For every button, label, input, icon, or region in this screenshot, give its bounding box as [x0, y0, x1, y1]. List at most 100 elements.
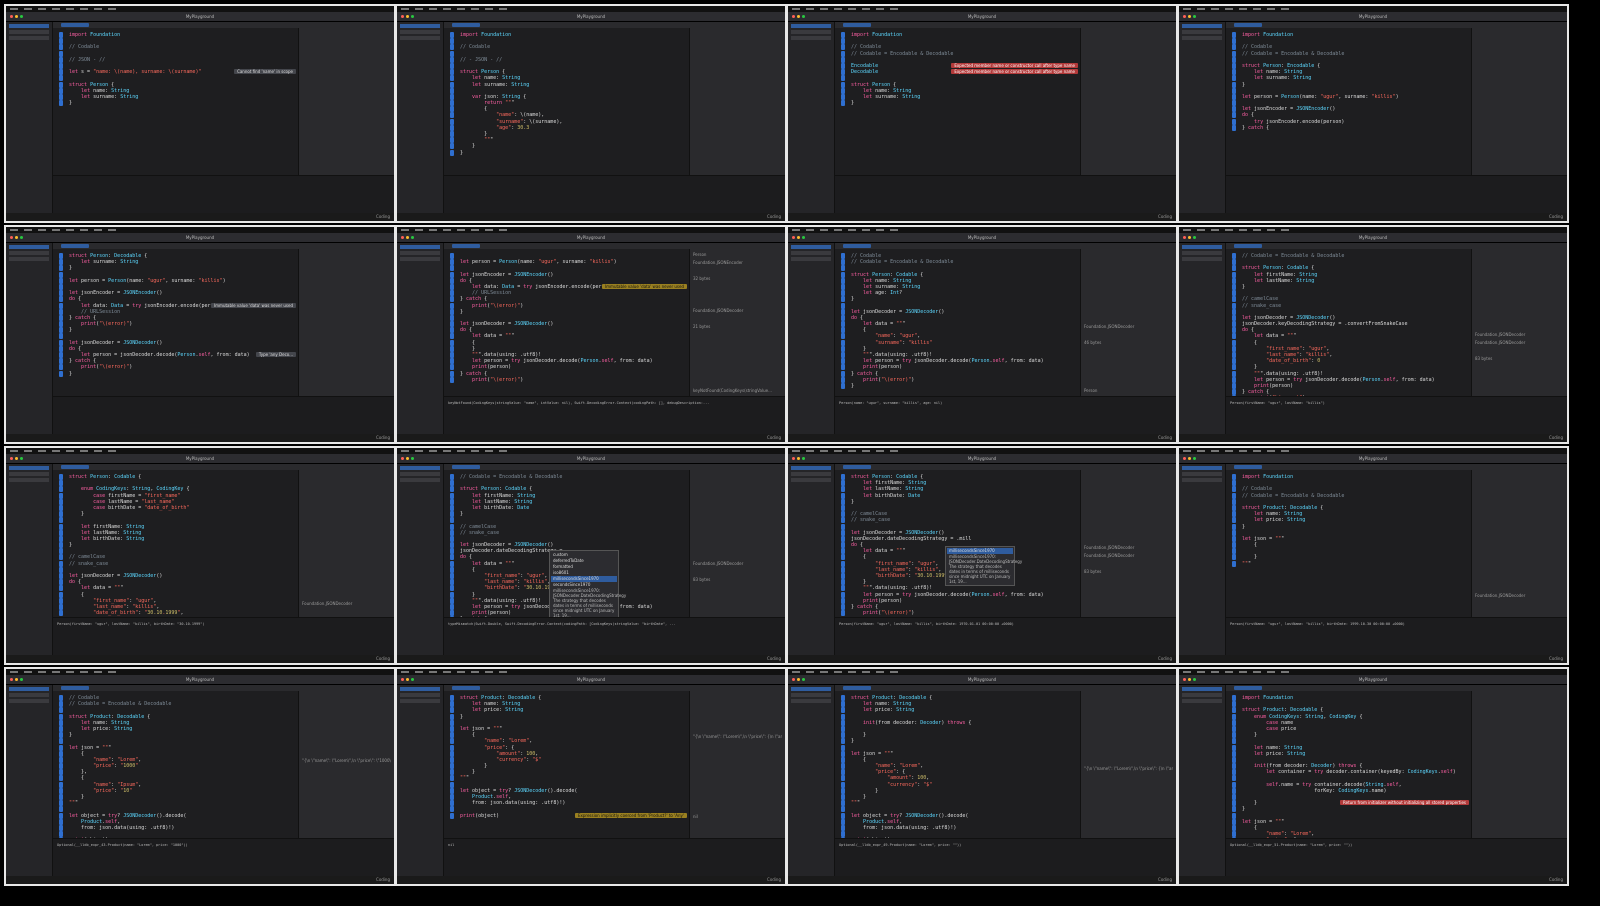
line-marker[interactable]	[59, 44, 63, 51]
result-value[interactable]	[1084, 332, 1173, 337]
line-marker[interactable]	[841, 713, 845, 720]
result-value[interactable]	[1084, 561, 1173, 566]
line-marker[interactable]	[841, 597, 845, 604]
project-navigator[interactable]	[397, 22, 444, 221]
zoom-icon[interactable]	[20, 236, 23, 239]
line-marker[interactable]	[59, 763, 63, 770]
line-marker[interactable]	[450, 535, 454, 542]
result-value[interactable]	[302, 561, 391, 566]
line-marker[interactable]	[1232, 112, 1236, 119]
line-gutter[interactable]	[59, 32, 65, 175]
result-value[interactable]	[1084, 489, 1173, 494]
line-marker[interactable]	[841, 352, 845, 358]
result-value[interactable]	[1084, 505, 1173, 510]
nav-item[interactable]	[791, 472, 831, 476]
result-value[interactable]	[1084, 750, 1173, 755]
result-value[interactable]	[1084, 252, 1173, 257]
line-marker[interactable]	[450, 364, 454, 371]
line-gutter[interactable]	[450, 253, 456, 396]
code-editor[interactable]: struct Person: Decodable { let surname: …	[53, 249, 298, 396]
line-marker[interactable]	[450, 794, 454, 800]
source-code[interactable]: import Foundation // Codable// Codable =…	[851, 32, 1076, 175]
line-marker[interactable]	[841, 474, 845, 480]
line-marker[interactable]	[1232, 523, 1236, 530]
line-marker[interactable]	[1232, 535, 1236, 542]
line-marker[interactable]	[59, 818, 63, 825]
line-marker[interactable]	[59, 725, 63, 732]
line-marker[interactable]	[450, 529, 454, 536]
line-marker[interactable]	[1232, 480, 1236, 487]
nav-item[interactable]	[400, 687, 440, 691]
line-marker[interactable]	[450, 523, 454, 530]
line-marker[interactable]	[450, 486, 454, 493]
nav-item[interactable]	[791, 257, 831, 261]
line-marker[interactable]	[450, 149, 454, 156]
code-editor[interactable]: // Codable = Encodable & Decodable struc…	[444, 470, 689, 617]
result-value[interactable]: 21 bytes	[693, 324, 782, 329]
result-value[interactable]	[302, 702, 391, 707]
result-value[interactable]: "{\n \"name\": \"Lorem\",\n \"price\": \…	[302, 758, 391, 763]
line-marker[interactable]	[1232, 542, 1236, 549]
zoom-icon[interactable]	[802, 236, 805, 239]
result-value[interactable]	[1475, 537, 1564, 542]
line-marker[interactable]	[1232, 352, 1236, 358]
zoom-icon[interactable]	[411, 678, 414, 681]
debug-console[interactable]: Person(name: "ugur", surname: "killis", …	[835, 396, 1176, 434]
result-value[interactable]	[1084, 521, 1173, 526]
issue-banner[interactable]: Expected member name or constructor call…	[951, 63, 1078, 68]
result-value[interactable]	[693, 742, 782, 747]
line-marker[interactable]	[1232, 259, 1236, 266]
line-marker[interactable]	[450, 339, 454, 346]
line-marker[interactable]	[841, 763, 845, 770]
line-marker[interactable]	[59, 701, 63, 708]
line-marker[interactable]	[59, 87, 63, 94]
nav-item[interactable]	[791, 478, 831, 482]
debug-console[interactable]: Optional(__lldb_expr_51.Product(name: "L…	[1226, 838, 1567, 876]
line-marker[interactable]	[59, 719, 63, 726]
line-marker[interactable]	[450, 560, 454, 567]
line-gutter[interactable]	[841, 474, 847, 617]
result-value[interactable]: Foundation.JSONDecoder	[693, 561, 782, 566]
line-marker[interactable]	[841, 321, 845, 328]
result-value[interactable]	[1475, 284, 1564, 289]
line-marker[interactable]	[1232, 271, 1236, 278]
nav-item[interactable]	[400, 472, 440, 476]
line-marker[interactable]	[450, 75, 454, 82]
result-value[interactable]	[1084, 348, 1173, 353]
line-marker[interactable]	[450, 498, 454, 505]
line-marker[interactable]	[450, 302, 454, 309]
line-marker[interactable]	[1232, 290, 1236, 297]
result-value[interactable]	[1084, 758, 1173, 763]
line-marker[interactable]	[59, 302, 63, 309]
tab-playground[interactable]	[843, 244, 871, 248]
debug-console[interactable]: Optional(__lldb_expr_43.Product(name: "L…	[53, 838, 394, 876]
result-value[interactable]	[302, 806, 391, 811]
result-value[interactable]	[1084, 806, 1173, 811]
line-marker[interactable]	[841, 498, 845, 505]
line-marker[interactable]	[59, 492, 63, 499]
line-marker[interactable]	[841, 56, 845, 63]
nav-item[interactable]	[791, 693, 831, 697]
result-value[interactable]	[302, 726, 391, 731]
result-value[interactable]	[693, 766, 782, 771]
line-marker[interactable]	[841, 87, 845, 94]
line-marker[interactable]	[841, 542, 845, 549]
line-marker[interactable]	[1232, 750, 1236, 757]
nav-item[interactable]	[400, 693, 440, 697]
line-marker[interactable]	[450, 756, 454, 763]
line-marker[interactable]	[450, 738, 454, 745]
minimize-icon[interactable]	[797, 678, 800, 681]
line-marker[interactable]	[59, 314, 63, 321]
minimize-icon[interactable]	[1188, 15, 1191, 18]
line-marker[interactable]	[841, 38, 845, 45]
line-marker[interactable]	[1232, 504, 1236, 511]
line-marker[interactable]	[1232, 769, 1236, 776]
issue-banner[interactable]: Immutable value 'data' was never used	[601, 284, 687, 289]
source-code[interactable]: import Foundation // Codable // JSON - /…	[69, 32, 294, 175]
line-marker[interactable]	[450, 542, 454, 549]
line-marker[interactable]	[841, 327, 845, 334]
issue-banner[interactable]: Cannot find 'name' in scope	[234, 69, 296, 75]
line-marker[interactable]	[59, 750, 63, 757]
line-marker[interactable]	[450, 345, 454, 352]
line-gutter[interactable]	[841, 32, 847, 175]
